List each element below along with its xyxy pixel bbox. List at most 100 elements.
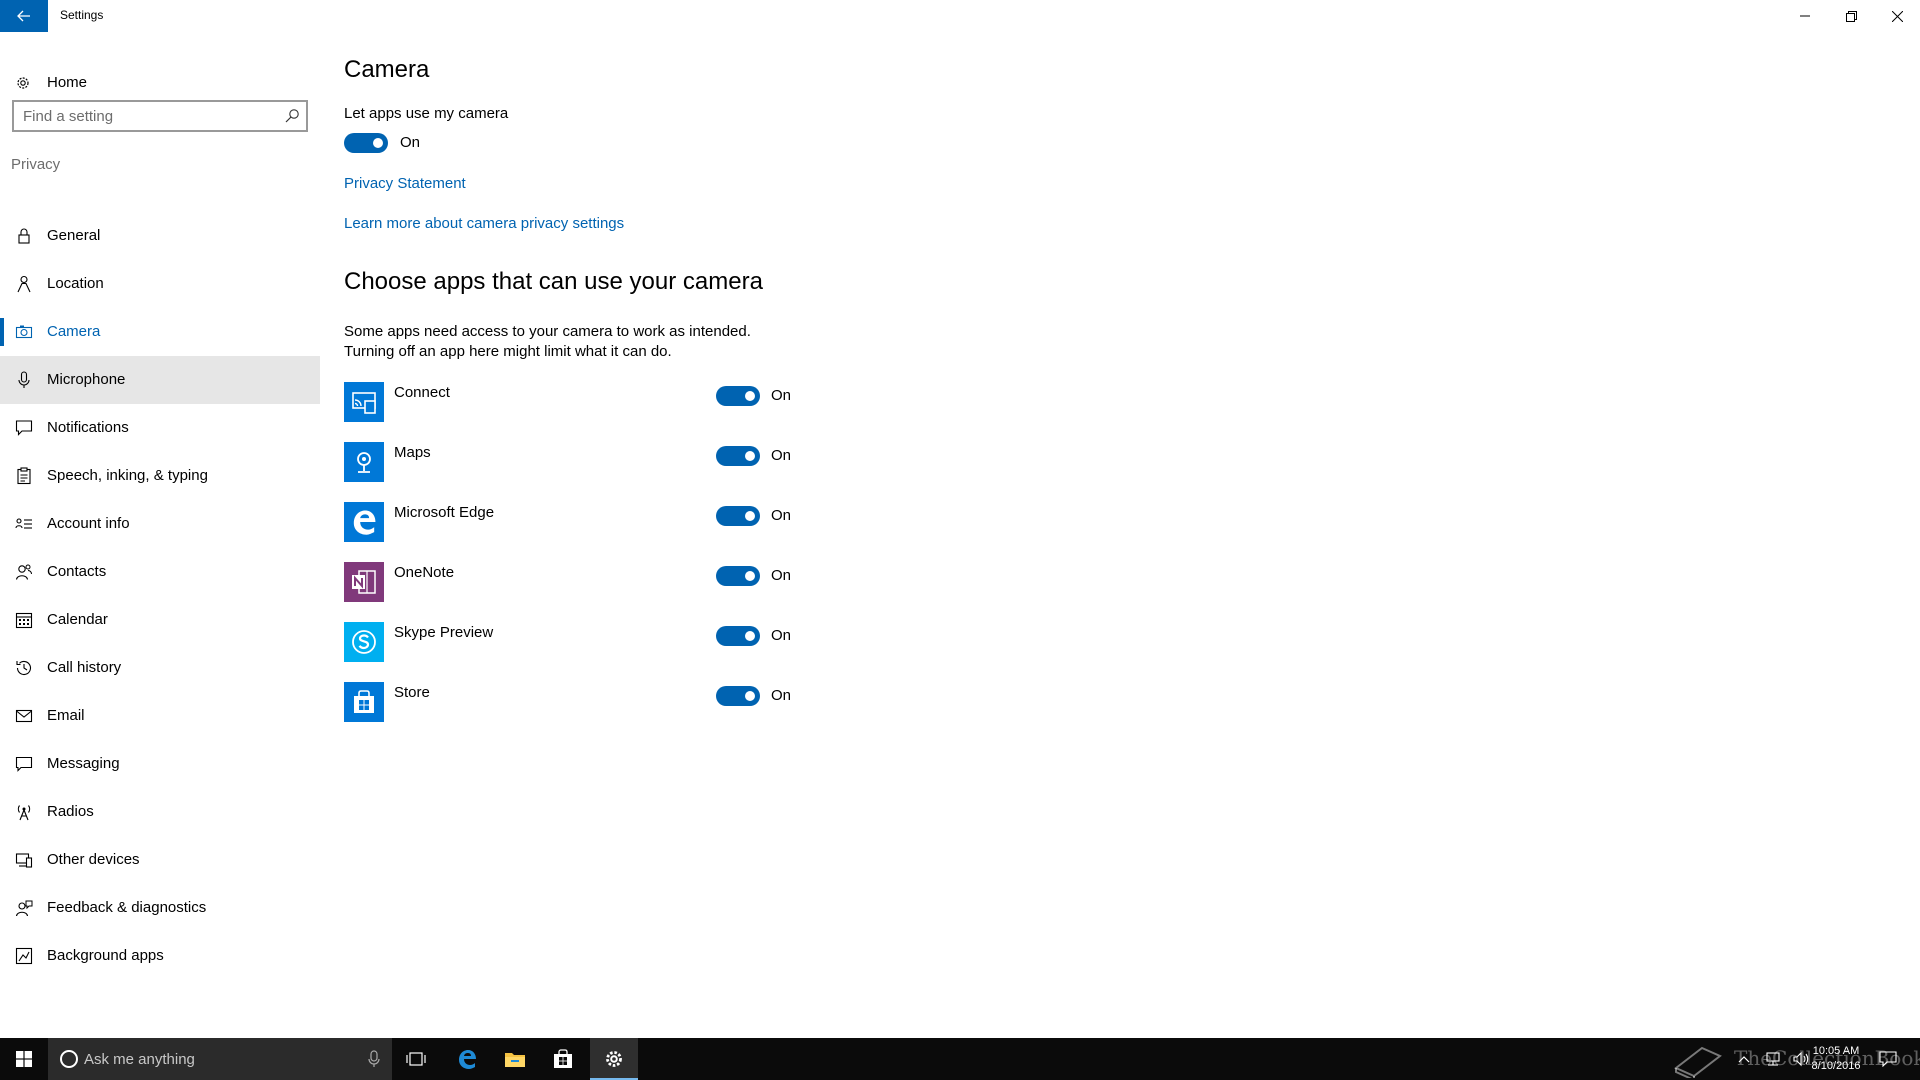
sidebar-item-messaging[interactable]: Messaging — [0, 740, 320, 788]
onenote-app-icon — [344, 562, 384, 602]
app-toggle-state: On — [771, 507, 792, 524]
sidebar-item-label: Account info — [47, 515, 130, 532]
app-list: Connect On Maps On Microsoft Edge On OneNote On… — [344, 382, 844, 742]
sidebar-item-other-devices[interactable]: Other devices — [0, 836, 320, 884]
sidebar-item-label: Feedback & diagnostics — [47, 899, 207, 916]
learn-more-link[interactable]: Learn more about camera privacy settings — [344, 215, 624, 232]
taskbar-file-explorer-button[interactable] — [491, 1038, 539, 1080]
sidebar-item-label: Location — [47, 275, 104, 292]
store-bag-icon — [554, 1049, 572, 1068]
devices-icon — [15, 851, 33, 869]
arrow-left-icon — [17, 10, 30, 22]
microphone-icon — [15, 371, 33, 389]
cortana-icon — [60, 1050, 78, 1068]
back-button[interactable] — [0, 0, 48, 32]
app-row-maps: Maps On — [344, 442, 844, 502]
taskbar-clock[interactable]: 10:05 AM 8/10/2016 — [1808, 1044, 1864, 1074]
windows-logo-icon — [16, 1051, 32, 1067]
lock-icon — [15, 227, 33, 245]
app-name: Connect — [394, 384, 450, 401]
book-logo-icon — [1674, 1046, 1722, 1078]
sidebar-item-contacts[interactable]: Contacts — [0, 548, 320, 596]
app-row-skype-preview: Skype Preview On — [344, 622, 844, 682]
setting-search-input[interactable] — [14, 102, 270, 130]
privacy-nav: General Location Camera Microphone Notificat… — [0, 212, 320, 980]
microphone-icon[interactable] — [368, 1050, 380, 1068]
sidebar-item-label: Microphone — [47, 371, 126, 388]
account-info-icon — [15, 515, 33, 533]
clock-time: 10:05 AM — [1812, 1045, 1860, 1057]
sidebar-item-label: Contacts — [47, 563, 107, 580]
sidebar-item-microphone[interactable]: Microphone — [0, 356, 320, 404]
app-camera-toggle-maps[interactable] — [716, 446, 760, 466]
action-center-button[interactable] — [1868, 1038, 1908, 1080]
sidebar-item-notifications[interactable]: Notifications — [0, 404, 320, 452]
app-name: Maps — [394, 444, 431, 461]
app-camera-toggle-store[interactable] — [716, 686, 760, 706]
sidebar-item-account-info[interactable]: Account info — [0, 500, 320, 548]
app-toggle-state: On — [771, 387, 792, 404]
connect-app-icon — [344, 382, 384, 422]
cortana-search-placeholder: Ask me anything — [84, 1051, 195, 1068]
apps-description: Some apps need access to your camera to … — [344, 322, 844, 362]
taskbar-edge-button[interactable] — [443, 1038, 491, 1080]
app-camera-toggle-skype-preview[interactable] — [716, 626, 760, 646]
action-center-icon — [1879, 1051, 1897, 1067]
app-row-store: Store On — [344, 682, 844, 742]
sidebar-item-label: Notifications — [47, 419, 129, 436]
feedback-icon — [15, 899, 33, 917]
start-button[interactable] — [0, 1038, 48, 1080]
close-button[interactable] — [1874, 0, 1920, 32]
sidebar-item-label: Background apps — [47, 947, 164, 964]
sidebar-item-label: Other devices — [47, 851, 140, 868]
edge-app-icon — [344, 502, 384, 542]
section-label-privacy: Privacy — [11, 156, 61, 173]
cortana-search-box[interactable]: Ask me anything — [48, 1038, 392, 1080]
sidebar-item-camera[interactable]: Camera — [0, 308, 320, 356]
folder-icon — [505, 1053, 525, 1067]
restore-icon — [1845, 10, 1857, 22]
master-camera-toggle[interactable] — [344, 133, 388, 153]
sidebar-item-location[interactable]: Location — [0, 260, 320, 308]
sidebar-item-radios[interactable]: Radios — [0, 788, 320, 836]
sidebar-item-feedback-and-diagnostics[interactable]: Feedback & diagnostics — [0, 884, 320, 932]
close-icon — [1891, 10, 1903, 22]
app-camera-toggle-onenote[interactable] — [716, 566, 760, 586]
sidebar-item-general[interactable]: General — [0, 212, 320, 260]
app-name: OneNote — [394, 564, 455, 581]
master-toggle-label: Let apps use my camera — [344, 105, 509, 122]
contacts-icon — [15, 563, 33, 581]
edge-icon — [459, 1050, 476, 1069]
home-label: Home — [47, 74, 88, 91]
taskbar: Ask me anything TheCollectionBook 10:05 … — [0, 1038, 1920, 1080]
chevron-up-icon[interactable] — [1738, 1055, 1750, 1063]
sidebar-item-label: Calendar — [47, 611, 108, 628]
sidebar-item-label: Messaging — [47, 755, 120, 772]
privacy-statement-link[interactable]: Privacy Statement — [344, 175, 466, 192]
network-icon[interactable] — [1764, 1051, 1782, 1067]
app-name: Store — [394, 684, 430, 701]
title-bar: Settings — [0, 0, 1920, 32]
sidebar-item-speech-inking-and-typing[interactable]: Speech, inking, & typing — [0, 452, 320, 500]
sidebar-item-label: Call history — [47, 659, 122, 676]
minimize-button[interactable] — [1782, 0, 1828, 32]
sidebar-item-label: General — [47, 227, 101, 244]
search-icon[interactable] — [284, 108, 300, 124]
app-camera-toggle-connect[interactable] — [716, 386, 760, 406]
home-nav-item[interactable]: Home — [0, 68, 320, 98]
sidebar-item-calendar[interactable]: Calendar — [0, 596, 320, 644]
calendar-icon — [15, 611, 33, 629]
sidebar-item-email[interactable]: Email — [0, 692, 320, 740]
restore-button[interactable] — [1828, 0, 1874, 32]
setting-search-box[interactable] — [12, 100, 308, 132]
clock-date: 8/10/2016 — [1811, 1060, 1861, 1072]
sidebar-item-background-apps[interactable]: Background apps — [0, 932, 320, 980]
taskbar-store-button[interactable] — [539, 1038, 587, 1080]
minimize-icon — [1800, 15, 1810, 17]
sidebar-item-call-history[interactable]: Call history — [0, 644, 320, 692]
task-view-button[interactable] — [392, 1038, 440, 1080]
history-icon — [15, 659, 33, 677]
app-toggle-state: On — [771, 687, 792, 704]
taskbar-settings-button[interactable] — [590, 1038, 638, 1080]
app-camera-toggle-microsoft-edge[interactable] — [716, 506, 760, 526]
